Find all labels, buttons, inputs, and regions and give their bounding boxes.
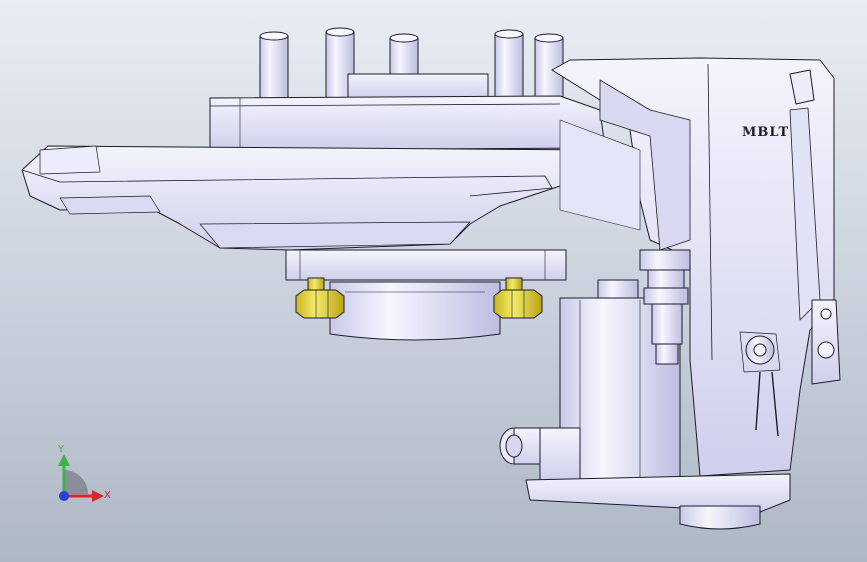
triad-plane-icon [64, 470, 88, 494]
brand-marking: MBLT [742, 125, 789, 140]
pump-assembly[interactable]: MBLT [21, 27, 841, 530]
side-fitting [499, 427, 581, 481]
z-axis-dot [59, 491, 69, 501]
mounting-pins [259, 27, 564, 101]
model-canvas[interactable]: MBLT Y X [0, 0, 867, 562]
cad-viewport[interactable]: MBLT Y X [0, 0, 867, 562]
lower-boss [329, 281, 501, 341]
x-axis-label: X [104, 490, 111, 501]
axis-triad: Y X [57, 444, 111, 502]
hex-nut-right [493, 277, 543, 319]
mounting-ear [811, 299, 841, 385]
y-axis-label: Y [57, 444, 65, 455]
lower-flange-block [285, 249, 567, 281]
